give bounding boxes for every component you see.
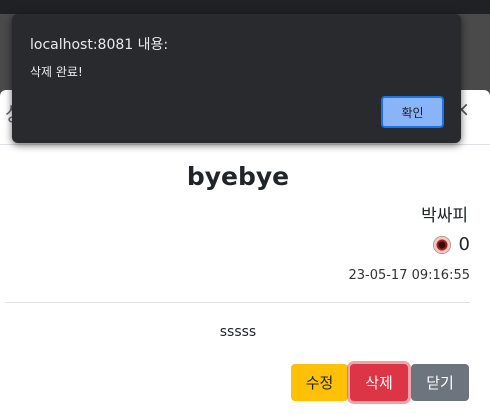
- post-content: sssss: [219, 324, 257, 340]
- divider: [5, 302, 470, 303]
- alert-dialog: localhost:8081 내용: 삭제 완료! 확인: [12, 14, 461, 143]
- edit-button[interactable]: 수정: [291, 364, 348, 401]
- post-title: byebye: [186, 162, 290, 191]
- post-author: 박싸피: [421, 206, 468, 226]
- view-count-value: 0: [458, 234, 470, 255]
- view-count: 0: [432, 234, 470, 255]
- post-date: 23-05-17 09:16:55: [348, 268, 470, 283]
- alert-origin: localhost:8081 내용:: [30, 37, 169, 53]
- alert-message: 삭제 완료!: [30, 65, 83, 79]
- browser-top-strip: [0, 0, 490, 14]
- delete-button[interactable]: 삭제: [350, 364, 408, 401]
- close-button[interactable]: 닫기: [411, 364, 469, 401]
- eye-icon: [432, 235, 451, 254]
- alert-ok-button[interactable]: 확인: [381, 96, 444, 128]
